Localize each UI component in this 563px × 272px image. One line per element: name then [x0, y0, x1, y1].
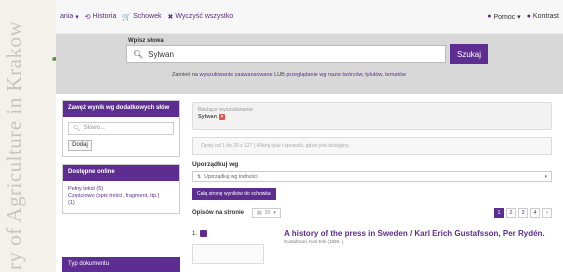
top-navbar: ania ▾ ⟲ Historia 🛒 Schowek ✖ Wyczyść ws…	[56, 0, 563, 34]
results-main: Bieżące wyszukiwanie: Sylwan × Opisy od …	[192, 100, 552, 264]
sort-select-value: Uporządkuj wg trafności	[204, 173, 258, 180]
page-4[interactable]: 4	[530, 208, 540, 218]
topbar-item-clear-all[interactable]: ✖ Wyczyść wszystko	[167, 13, 233, 21]
results-info: Opisy od 1 do 20 z 127 ( Kliknij tytuł i…	[192, 137, 552, 155]
per-page-select[interactable]: ▤ 20 ▾	[252, 208, 281, 218]
contrast-icon: ●	[526, 13, 531, 20]
topbar-menu-label: ania	[60, 13, 74, 20]
per-page-value: 20	[264, 210, 271, 216]
result-number: 1.	[192, 230, 208, 237]
advanced-search-link[interactable]: wyszukiwanie zaawansowane	[200, 72, 273, 78]
online-panel-title: Dostępne online	[63, 164, 179, 181]
topbar-item-history[interactable]: ⟲ Historia	[85, 13, 117, 21]
result-author: Gustafsson, Karl Erik (1938- ).	[284, 239, 345, 244]
per-page-row: Opisów na stronie ▤ 20 ▾ 1 2 3 4 ›	[192, 208, 552, 218]
pagination: 1 2 3 4 ›	[494, 208, 552, 218]
result-thumbnail	[192, 244, 264, 264]
watermark-text: ry of Agriculture in Krakow	[2, 20, 26, 270]
topbar-item-menu[interactable]: ania ▾	[60, 13, 79, 21]
topbar-right-group: ● Pomoc ▾ ● Kontrast	[483, 13, 563, 21]
topbar-contrast-label: Kontrast	[532, 13, 559, 20]
current-search-term: Sylwan ×	[198, 114, 546, 120]
browse-link[interactable]: przeglądanie wg nazw twórców, tytułów, t…	[286, 72, 406, 78]
search-label: Wpisz słowa	[128, 38, 164, 44]
online-panel: Dostępne online Pełny tekst (5) Częściow…	[62, 163, 180, 214]
online-item-partial-count: (1)	[68, 200, 75, 207]
narrow-panel-title: Zawęź wynik wg dodatkowych słów	[63, 101, 179, 117]
result-item: 1. A history of the press in Sweden / Ka…	[192, 229, 552, 264]
result-title[interactable]: A history of the press in Sweden / Karl …	[284, 229, 545, 238]
current-search-box: Bieżące wyszukiwanie: Sylwan ×	[192, 102, 552, 130]
doctype-panel-title[interactable]: Typ dokumentu	[62, 257, 180, 272]
search-input[interactable]: 🔍︎ Sylwan	[126, 45, 446, 63]
chevron-down-icon: ▾	[544, 173, 547, 180]
clear-icon: ✖	[167, 13, 174, 21]
result-number-text: 1.	[192, 230, 198, 237]
page-3[interactable]: 3	[518, 208, 528, 218]
sidebar: Zawęź wynik wg dodatkowych słów 🔍︎ Słowo…	[62, 100, 180, 221]
page-1[interactable]: 1	[494, 208, 504, 218]
basket-icon: 🛒	[122, 13, 132, 21]
topbar-help-label: Pomoc ▾	[493, 13, 521, 21]
background-strip: ry of Agriculture in Krakow	[0, 0, 56, 272]
history-icon: ⟲	[84, 13, 91, 21]
links-prefix: Zamień na	[172, 72, 198, 78]
sort-icon: ⇅	[197, 173, 202, 180]
narrow-word-placeholder: Słowo...	[83, 125, 105, 132]
current-search-label: Bieżące wyszukiwanie:	[198, 107, 255, 113]
chevron-down-icon: ▾	[75, 13, 79, 21]
search-icon: 🔍︎	[73, 125, 81, 132]
remove-term-icon[interactable]: ×	[218, 114, 225, 120]
topbar-basket-label: Schowek	[133, 13, 162, 20]
topbar-item-contrast[interactable]: ● Kontrast	[527, 13, 559, 21]
topbar-item-help[interactable]: ● Pomoc ▾	[487, 13, 520, 21]
links-or: LUB	[274, 72, 285, 78]
search-icon: 🔍︎	[133, 49, 144, 59]
topbar-history-label: Historia	[92, 13, 117, 20]
current-search-term-text: Sylwan	[198, 114, 217, 120]
narrow-word-input[interactable]: 🔍︎ Słowo...	[68, 121, 174, 135]
narrow-panel-body: 🔍︎ Słowo... Dodaj	[63, 117, 179, 156]
search-button[interactable]: Szukaj	[450, 44, 488, 64]
narrow-panel: Zawęź wynik wg dodatkowych słów 🔍︎ Słowo…	[62, 100, 180, 157]
book-icon	[200, 230, 208, 237]
sort-select[interactable]: ⇅ Uporządkuj wg trafności ▾	[192, 171, 552, 182]
online-item-partial[interactable]: Częściowo (spis treści, fragment, itp.)	[68, 193, 174, 199]
save-to-basket-button[interactable]: Całą stronę wyników do schowka	[192, 188, 276, 200]
page-2[interactable]: 2	[506, 208, 516, 218]
add-word-button[interactable]: Dodaj	[68, 139, 92, 151]
search-input-value: Sylwan	[148, 49, 174, 59]
search-alt-links: Zamień na wyszukiwanie zaawansowane LUB …	[172, 72, 406, 78]
per-page-label: Opisów na stronie	[192, 210, 245, 216]
sort-label: Uporządkuj wg	[192, 161, 239, 168]
list-icon: ▤	[257, 210, 262, 216]
online-panel-body: Pełny tekst (5) Częściowo (spis treści, …	[63, 181, 179, 213]
topbar-clear-label: Wyczyść wszystko	[175, 13, 234, 20]
online-item-full-text[interactable]: Pełny tekst (5)	[68, 186, 174, 192]
search-area: Wpisz słowa 🔍︎ Sylwan Szukaj Zamień na w…	[56, 34, 563, 94]
chevron-down-icon: ▾	[273, 210, 276, 216]
help-icon: ●	[487, 13, 492, 20]
topbar-item-basket[interactable]: 🛒 Schowek	[122, 13, 161, 21]
page-next[interactable]: ›	[542, 208, 552, 218]
